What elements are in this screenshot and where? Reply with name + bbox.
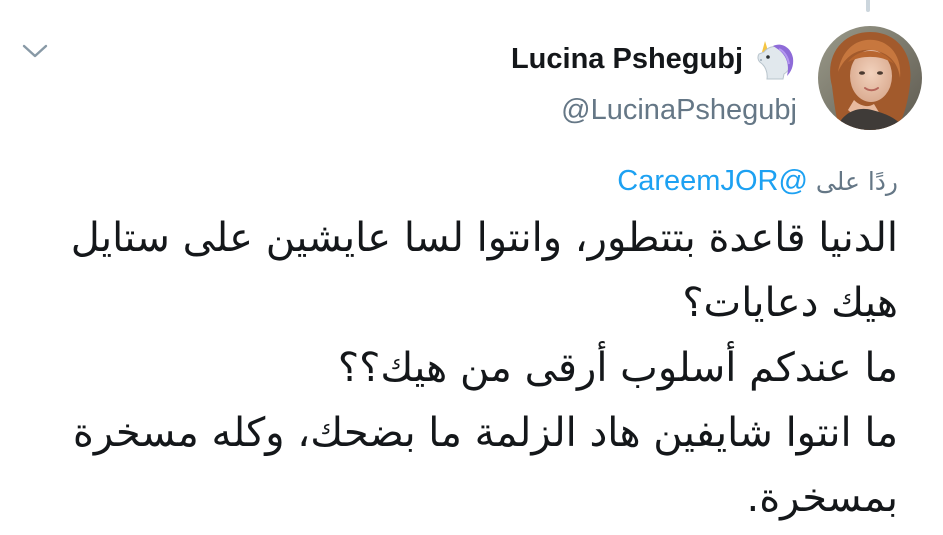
top-divider-sliver	[866, 0, 870, 12]
mention-link[interactable]: @CareemJOR	[617, 165, 808, 197]
replying-to-label: ردًا على	[815, 167, 898, 196]
tweet-text: الدنيا قاعدة بتتطور، وانتوا لسا عايشين ع…	[18, 206, 898, 531]
tweet-paragraph: ما عندكم أسلوب أرقى من هيك؟؟	[337, 345, 898, 391]
tweet-paragraph: ما انتوا شايفين هاد الزلمة ما بضحك، وكله…	[72, 410, 898, 521]
chevron-down-icon	[22, 44, 48, 58]
author-handle[interactable]: @LucinaPshegubj	[511, 94, 797, 127]
avatar[interactable]	[818, 26, 922, 130]
replying-to: ردًا على @CareemJOR	[617, 165, 898, 198]
tweet-paragraph: الدنيا قاعدة بتتطور، وانتوا لسا عايشين ع…	[70, 215, 898, 326]
author-display-name[interactable]: Lucina Pshegubj	[511, 43, 743, 76]
unicorn-icon	[753, 38, 797, 80]
name-row: Lucina Pshegubj	[511, 38, 797, 80]
tweet-author-header: Lucina Pshegubj @LucinaPshegubj	[511, 38, 797, 127]
more-options-button[interactable]	[18, 38, 52, 64]
